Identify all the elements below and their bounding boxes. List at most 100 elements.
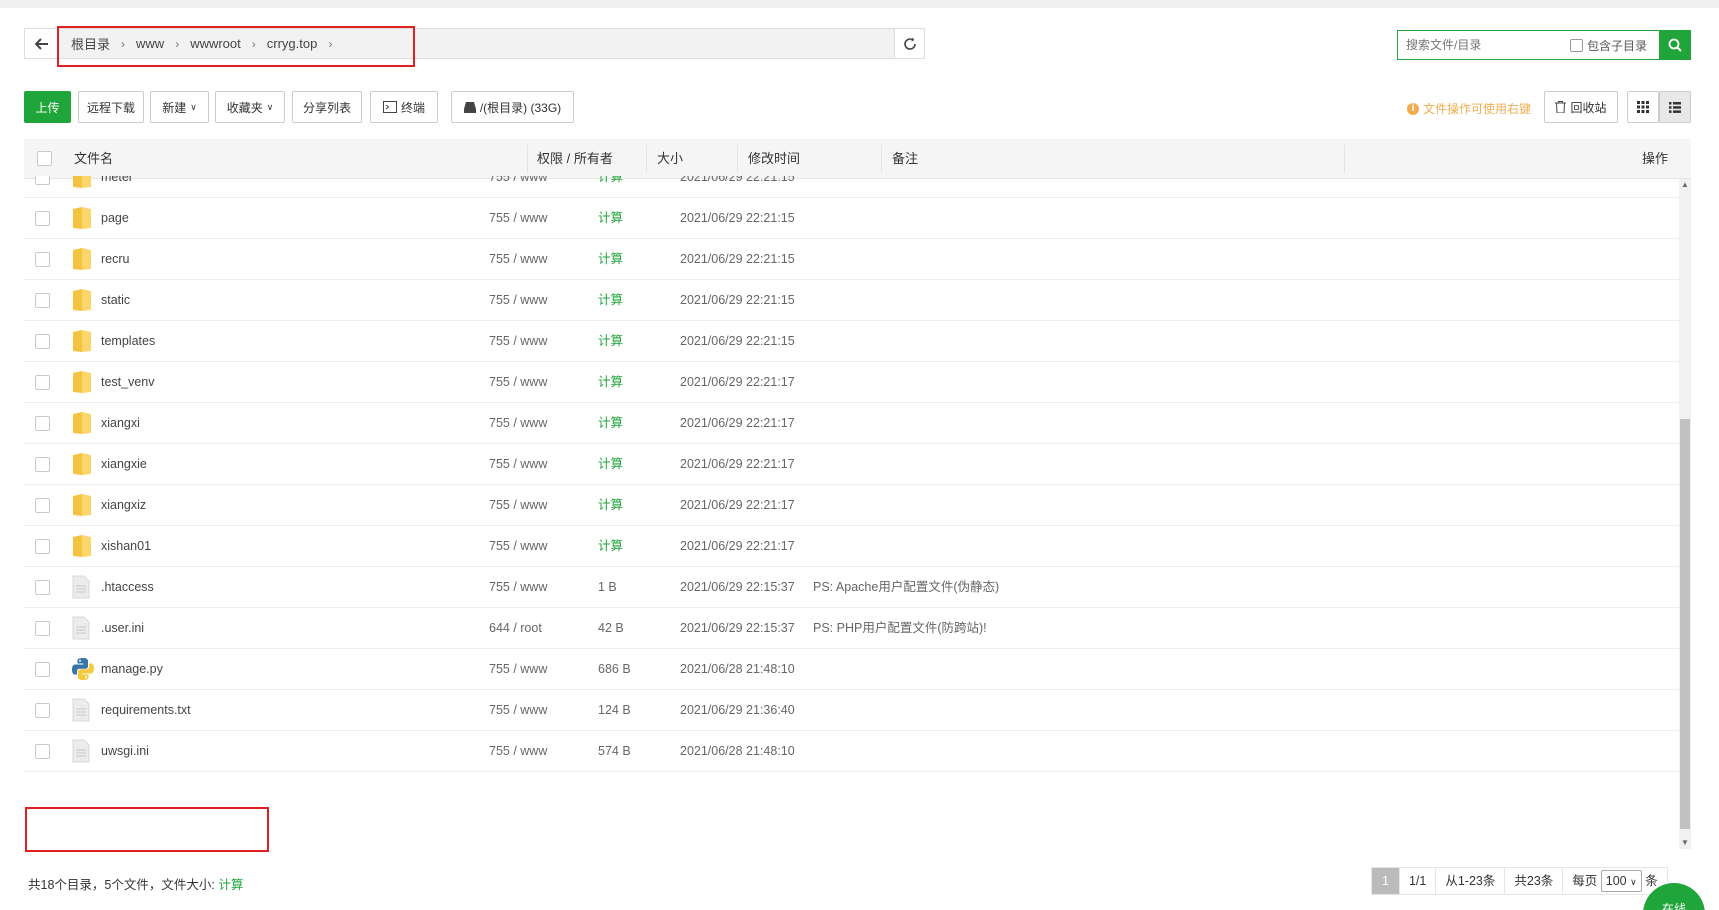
file-name[interactable]: xiangxi	[101, 403, 140, 444]
file-name[interactable]: meter	[101, 176, 133, 198]
per-page-select[interactable]: 100 ∨	[1600, 870, 1642, 892]
grid-view-button[interactable]	[1627, 91, 1659, 123]
table-row[interactable]: recru 755 / www 计算 2021/06/29 22:21:15	[24, 239, 1679, 280]
include-subdir-checkbox[interactable]: 包含子目录	[1570, 37, 1647, 54]
header-perm[interactable]: 权限 / 所有者	[537, 139, 613, 179]
header-size[interactable]: 大小	[657, 139, 683, 179]
file-size[interactable]: 计算	[598, 176, 623, 198]
refresh-button[interactable]	[894, 29, 924, 58]
table-row[interactable]: xishan01 755 / www 计算 2021/06/29 22:21:17	[24, 526, 1679, 567]
search-input[interactable]	[1398, 38, 1562, 52]
remote-download-button[interactable]: 远程下载	[78, 91, 144, 123]
file-perm[interactable]: 755 / www	[489, 690, 547, 731]
favorites-dropdown-button[interactable]: 收藏夹 ∨	[215, 91, 285, 123]
row-checkbox[interactable]	[35, 252, 50, 267]
file-note[interactable]: PS: Apache用户配置文件(伪静态)	[813, 567, 999, 608]
table-row[interactable]: templates 755 / www 计算 2021/06/29 22:21:15	[24, 321, 1679, 362]
table-row[interactable]: xiangxiz 755 / www 计算 2021/06/29 22:21:17	[24, 485, 1679, 526]
file-perm[interactable]: 755 / www	[489, 198, 547, 239]
file-perm[interactable]: 755 / www	[489, 403, 547, 444]
file-perm[interactable]: 755 / www	[489, 444, 547, 485]
scroll-up-arrow-icon[interactable]: ▲	[1679, 179, 1691, 191]
table-row[interactable]: uwsgi.ini 755 / www 574 B 2021/06/28 21:48:…	[24, 731, 1679, 772]
table-row[interactable]: test_venv 755 / www 计算 2021/06/29 22:21:17	[24, 362, 1679, 403]
file-perm[interactable]: 755 / www	[489, 321, 547, 362]
file-name[interactable]: manage.py	[101, 649, 163, 690]
table-row[interactable]: xiangxi 755 / www 计算 2021/06/29 22:21:17	[24, 403, 1679, 444]
file-perm[interactable]: 755 / www	[489, 731, 547, 772]
table-row[interactable]: xiangxie 755 / www 计算 2021/06/29 22:21:17	[24, 444, 1679, 485]
row-checkbox[interactable]	[35, 498, 50, 513]
row-checkbox[interactable]	[35, 334, 50, 349]
row-checkbox[interactable]	[35, 416, 50, 431]
scroll-down-arrow-icon[interactable]: ▼	[1679, 837, 1691, 849]
table-row[interactable]: .htaccess 755 / www 1 B 2021/06/29 22:15:37…	[24, 567, 1679, 608]
vertical-scrollbar[interactable]: ▲ ▼	[1679, 179, 1691, 849]
row-checkbox[interactable]	[35, 539, 50, 554]
upload-button[interactable]: 上传	[24, 91, 71, 123]
file-name[interactable]: static	[101, 280, 130, 321]
page-current[interactable]: 1	[1372, 868, 1400, 894]
scrollbar-thumb[interactable]	[1680, 419, 1690, 829]
row-checkbox[interactable]	[35, 176, 50, 185]
list-view-button[interactable]	[1659, 91, 1691, 123]
row-checkbox[interactable]	[35, 703, 50, 718]
row-checkbox[interactable]	[35, 457, 50, 472]
table-row[interactable]: static 755 / www 计算 2021/06/29 22:21:15	[24, 280, 1679, 321]
file-name[interactable]: .htaccess	[101, 567, 154, 608]
file-name[interactable]: xiangxie	[101, 444, 147, 485]
back-button[interactable]	[25, 29, 59, 58]
file-size[interactable]: 计算	[598, 403, 623, 444]
table-row[interactable]: manage.py 755 / www 686 B 2021/06/28 21:48:…	[24, 649, 1679, 690]
row-checkbox[interactable]	[35, 211, 50, 226]
file-name[interactable]: xishan01	[101, 526, 151, 567]
file-size[interactable]: 计算	[598, 198, 623, 239]
file-perm[interactable]: 755 / www	[489, 567, 547, 608]
terminal-button[interactable]: 终端	[370, 91, 438, 123]
row-checkbox[interactable]	[35, 662, 50, 677]
file-name[interactable]: templates	[101, 321, 155, 362]
file-size[interactable]: 计算	[598, 239, 623, 280]
file-perm[interactable]: 755 / www	[489, 485, 547, 526]
file-name[interactable]: test_venv	[101, 362, 155, 403]
table-row[interactable]: meter 755 / www 计算 2021/06/29 22:21:15	[24, 176, 1679, 198]
file-size[interactable]: 计算	[598, 362, 623, 403]
row-checkbox[interactable]	[35, 580, 50, 595]
file-size[interactable]: 计算	[598, 444, 623, 485]
file-name[interactable]: .user.ini	[101, 608, 144, 649]
file-perm[interactable]: 755 / www	[489, 239, 547, 280]
new-dropdown-button[interactable]: 新建 ∨	[150, 91, 209, 123]
header-name[interactable]: 文件名	[74, 139, 113, 179]
file-size[interactable]: 计算	[598, 321, 623, 362]
row-checkbox[interactable]	[35, 744, 50, 759]
file-size[interactable]: 计算	[598, 526, 623, 567]
disk-button[interactable]: /(根目录) (33G)	[451, 91, 574, 123]
file-name[interactable]: requirements.txt	[101, 690, 191, 731]
row-checkbox[interactable]	[35, 621, 50, 636]
file-name[interactable]: uwsgi.ini	[101, 731, 149, 772]
file-note[interactable]: PS: PHP用户配置文件(防跨站)!	[813, 608, 987, 649]
header-mtime[interactable]: 修改时间	[748, 139, 800, 179]
share-list-button[interactable]: 分享列表	[292, 91, 362, 123]
file-name[interactable]: recru	[101, 239, 129, 280]
file-perm[interactable]: 755 / www	[489, 649, 547, 690]
checkbox[interactable]	[1570, 38, 1583, 52]
calc-total-link[interactable]: 计算	[218, 878, 243, 892]
file-perm[interactable]: 755 / www	[489, 176, 547, 198]
row-checkbox[interactable]	[35, 375, 50, 390]
file-perm[interactable]: 755 / www	[489, 526, 547, 567]
file-perm[interactable]: 755 / www	[489, 362, 547, 403]
select-all-checkbox[interactable]	[37, 151, 52, 166]
recycle-bin-button[interactable]: 回收站	[1544, 91, 1618, 123]
file-name[interactable]: xiangxiz	[101, 485, 146, 526]
row-checkbox[interactable]	[35, 293, 50, 308]
search-button[interactable]	[1659, 30, 1691, 60]
file-size[interactable]: 计算	[598, 485, 623, 526]
table-row[interactable]: requirements.txt 755 / www 124 B 2021/06/29…	[24, 690, 1679, 731]
file-perm[interactable]: 644 / root	[489, 608, 542, 649]
table-row[interactable]: .user.ini 644 / root 42 B 2021/06/29 22:15:…	[24, 608, 1679, 649]
file-perm[interactable]: 755 / www	[489, 280, 547, 321]
table-row[interactable]: page 755 / www 计算 2021/06/29 22:21:15	[24, 198, 1679, 239]
file-name[interactable]: page	[101, 198, 129, 239]
file-size[interactable]: 计算	[598, 280, 623, 321]
